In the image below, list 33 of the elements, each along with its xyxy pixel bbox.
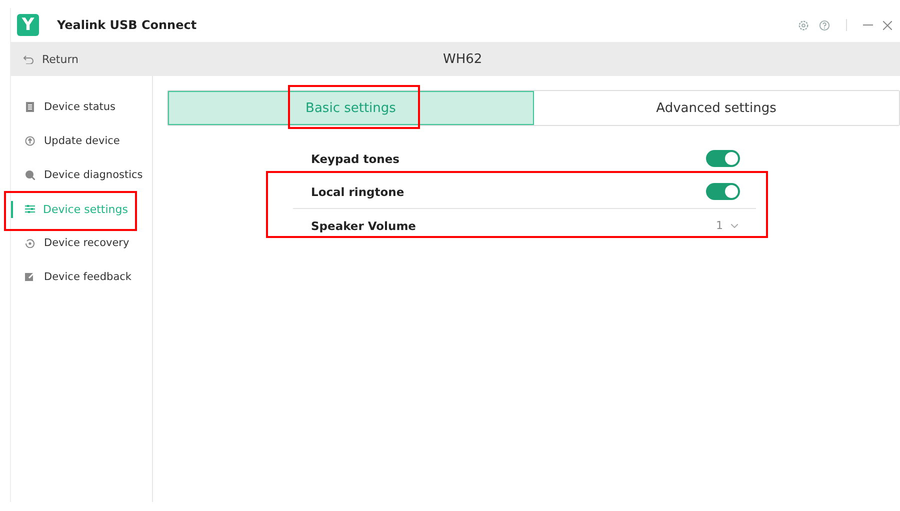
upload-icon xyxy=(25,136,35,146)
toggle-switch[interactable] xyxy=(706,150,740,167)
restore-icon xyxy=(25,238,35,248)
sliders-icon xyxy=(25,204,35,214)
return-icon xyxy=(23,54,34,64)
list-icon xyxy=(25,102,35,112)
sidebar-item[interactable]: Update device xyxy=(11,124,152,158)
chevron-down-icon xyxy=(731,224,738,228)
sidebar-item[interactable]: Device status xyxy=(11,90,152,124)
sidebar-label: Device status xyxy=(44,101,116,113)
sidebar-label: Device recovery xyxy=(44,237,130,249)
close-icon[interactable] xyxy=(883,20,892,30)
volume-select[interactable]: 1 xyxy=(716,219,738,232)
setting-label: Keypad tones xyxy=(311,152,400,166)
toggle-switch[interactable] xyxy=(706,183,740,200)
sidebar-item[interactable]: Device recovery xyxy=(11,226,152,260)
help-icon[interactable] xyxy=(819,20,830,30)
sidebar-item[interactable]: Device feedback xyxy=(11,260,152,294)
window-title: Yealink USB Connect xyxy=(57,18,197,32)
sidebar-item[interactable]: Device diagnostics xyxy=(11,158,152,192)
device-name: WH62 xyxy=(443,52,482,66)
minimize-icon[interactable] xyxy=(863,24,873,26)
sidebar-label: Device diagnostics xyxy=(44,169,143,181)
settings-icon[interactable] xyxy=(798,20,809,30)
app-logo: Y xyxy=(17,14,39,36)
sidebar-label: Device feedback xyxy=(44,271,132,283)
magnifier-icon xyxy=(25,170,35,180)
return-button[interactable]: Return xyxy=(23,52,79,66)
sidebar-label: Update device xyxy=(44,135,120,147)
setting-label: Speaker Volume xyxy=(311,218,416,232)
sidebar-label: Device settings xyxy=(43,202,128,216)
edit-icon xyxy=(25,272,35,282)
setting-label: Local ringtone xyxy=(311,184,404,198)
